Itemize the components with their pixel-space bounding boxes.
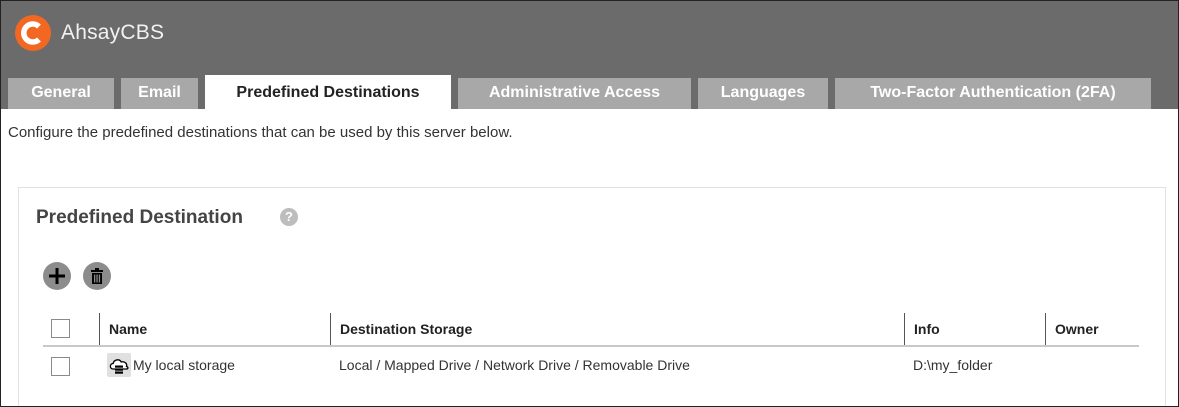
page-description: Configure the predefined destinations th… xyxy=(8,124,513,141)
column-header-owner[interactable]: Owner xyxy=(1045,313,1139,345)
row-destination-storage: Local / Mapped Drive / Network Drive / R… xyxy=(339,357,690,373)
question-circle-icon[interactable]: ? xyxy=(280,208,298,226)
tab-two-factor-authentication[interactable]: Two-Factor Authentication (2FA) xyxy=(835,78,1151,109)
row-name: My local storage xyxy=(133,357,235,373)
predefined-destination-panel: Predefined Destination ? Name Destinatio… xyxy=(18,187,1166,406)
add-destination-button[interactable] xyxy=(43,262,71,290)
panel-title: Predefined Destination xyxy=(36,207,243,228)
column-header-name[interactable]: Name xyxy=(99,313,330,345)
row-name-cell: My local storage xyxy=(107,347,330,387)
header-select-cell xyxy=(43,313,99,345)
app-title: AhsayCBS xyxy=(61,21,165,44)
tab-predefined-destinations[interactable]: Predefined Destinations xyxy=(205,75,451,109)
tab-languages[interactable]: Languages xyxy=(698,78,828,109)
tab-administrative-access[interactable]: Administrative Access xyxy=(458,78,691,109)
delete-destination-button[interactable] xyxy=(83,262,111,290)
trash-icon xyxy=(91,268,103,284)
app-window: AhsayCBS General Email Predefined Destin… xyxy=(0,0,1179,407)
tab-email[interactable]: Email xyxy=(121,78,198,109)
select-all-checkbox[interactable] xyxy=(51,319,70,338)
column-header-info[interactable]: Info xyxy=(904,313,1045,345)
tab-general[interactable]: General xyxy=(8,78,114,109)
plus-icon xyxy=(49,268,65,284)
table-header-row: Name Destination Storage Info Owner xyxy=(43,313,1139,347)
ahsay-logo-icon[interactable] xyxy=(15,15,51,51)
row-checkbox[interactable] xyxy=(51,357,70,376)
table-row[interactable]: My local storage Local / Mapped Drive / … xyxy=(43,347,1139,387)
row-select-cell xyxy=(43,347,99,387)
row-info: D:\my_folder xyxy=(913,357,993,373)
row-owner xyxy=(1045,347,1139,387)
column-header-destination-storage[interactable]: Destination Storage xyxy=(330,313,904,345)
title-bar: AhsayCBS xyxy=(1,1,1178,65)
cloud-storage-icon xyxy=(107,353,131,377)
tab-bar: General Email Predefined Destinations Ad… xyxy=(1,65,1178,109)
